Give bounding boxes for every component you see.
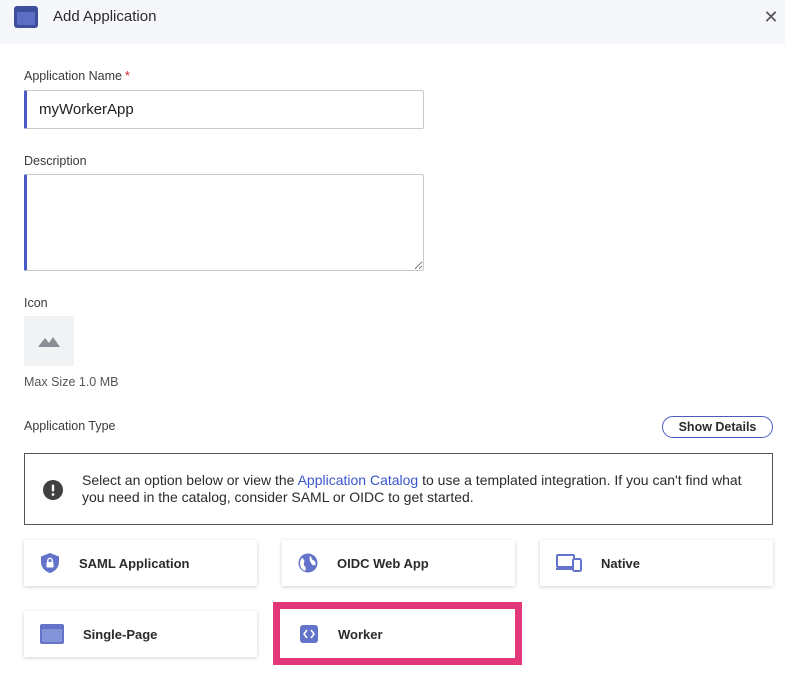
exclamation-circle-icon [43,480,63,500]
max-size-hint: Max Size 1.0 MB [24,375,119,389]
info-callout: Select an option below or view the Appli… [24,453,773,525]
close-button[interactable]: ✕ [760,6,782,28]
type-card-label: Native [601,555,641,571]
type-card-native[interactable]: Native [540,540,773,586]
type-card-label: SAML Application [79,555,190,571]
info-text-start: Select an option below or view the [82,472,298,488]
application-name-label: Application Name * [24,69,130,83]
type-card-label: Single-Page [83,626,158,642]
icon-upload-button[interactable] [24,316,74,366]
application-name-input[interactable] [24,90,424,129]
dialog-title: Add Application [53,8,157,25]
shield-lock-icon [40,553,60,573]
required-mark: * [124,69,130,83]
window-icon [14,6,38,28]
icon-label: Icon [24,296,48,310]
type-card-single-page[interactable]: Single-Page [24,611,257,657]
type-card-oidc[interactable]: OIDC Web App [282,540,515,586]
description-textarea[interactable] [24,174,424,271]
mountain-image-icon [38,337,60,347]
type-card-saml[interactable]: SAML Application [24,540,257,586]
dialog-header: Add Application ✕ [0,0,785,44]
type-card-label: OIDC Web App [337,555,429,571]
close-icon: ✕ [763,6,779,27]
browser-window-icon [40,624,64,644]
worker-selection-highlight [273,602,522,665]
devices-icon [556,553,582,573]
application-type-label: Application Type [24,419,116,433]
description-label: Description [24,154,87,168]
application-catalog-link[interactable]: Application Catalog [298,472,419,488]
show-details-button[interactable]: Show Details [662,416,773,438]
globe-icon [298,553,318,573]
